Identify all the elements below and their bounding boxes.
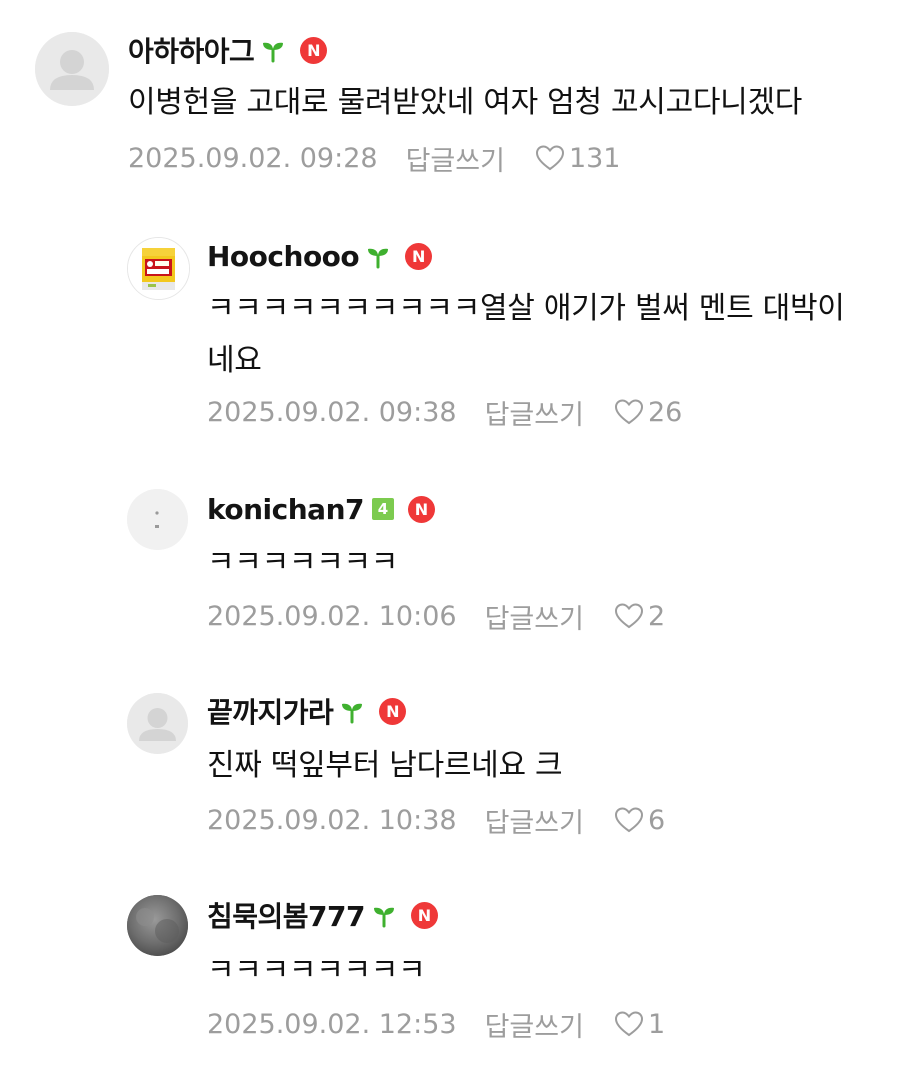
- pepper-product-avatar-icon: [128, 238, 189, 299]
- sprout-icon: [263, 42, 284, 63]
- like-button[interactable]: 26: [614, 397, 682, 428]
- default-avatar-icon: [127, 489, 188, 550]
- reply-button[interactable]: 답글쓰기: [406, 139, 505, 178]
- like-count: 2: [647, 600, 666, 632]
- n-badge-icon: N: [379, 697, 407, 725]
- level-badge-icon: 4: [371, 498, 394, 520]
- username[interactable]: 침묵의봄777: [207, 895, 366, 935]
- default-user-icon: [35, 32, 109, 106]
- reply-button[interactable]: 답글쓰기: [485, 597, 584, 636]
- heart-icon: [614, 807, 643, 833]
- comment-text: 진짜 떡잎부터 남다르네요 크: [207, 748, 563, 783]
- username[interactable]: 아하하아그: [128, 30, 255, 70]
- like-count: 6: [647, 804, 666, 836]
- avatar[interactable]: [127, 237, 190, 300]
- like-button[interactable]: 6: [614, 805, 665, 836]
- username[interactable]: 끝까지가라: [207, 691, 334, 731]
- reply-button[interactable]: 답글쓰기: [485, 1005, 584, 1044]
- sprout-icon: [374, 907, 394, 928]
- comment-text: ㅋㅋㅋㅋㅋㅋㅋ: [207, 545, 399, 580]
- default-user-icon: [127, 693, 188, 754]
- reply-button[interactable]: 답글쓰기: [485, 393, 584, 432]
- avatar[interactable]: [127, 895, 188, 956]
- username[interactable]: konichan7: [207, 493, 364, 526]
- n-badge-icon: N: [411, 901, 438, 929]
- like-count: 1: [647, 1008, 666, 1040]
- comment-date: 2025.09.02. 10:38: [207, 804, 457, 836]
- comment-text: ㅋㅋㅋㅋㅋㅋㅋㅋ: [207, 953, 426, 981]
- n-badge-icon: N: [300, 36, 328, 64]
- heart-icon: [614, 603, 643, 629]
- reply-button[interactable]: 답글쓰기: [485, 801, 584, 840]
- sprout-icon: [368, 248, 389, 269]
- comment-date: 2025.09.02. 12:53: [207, 1008, 457, 1040]
- like-button[interactable]: 2: [614, 601, 665, 632]
- comment-text: 이병헌을 고대로 물려받았네 여자 엄청 꼬시고다니겠다: [128, 85, 803, 120]
- like-count: 26: [647, 396, 683, 428]
- avatar[interactable]: [35, 32, 109, 106]
- n-badge-icon: N: [405, 242, 433, 270]
- avatar[interactable]: [127, 489, 188, 550]
- heart-icon: [535, 145, 564, 171]
- comment-date: 2025.09.02. 09:28: [128, 142, 378, 174]
- comment-text: ㅋㅋㅋㅋㅋㅋㅋㅋㅋㅋ열살 애기가 벌써 멘트 대박이네요: [207, 291, 845, 378]
- like-button[interactable]: 1: [614, 1009, 665, 1040]
- like-count: 131: [568, 142, 621, 174]
- comment-date: 2025.09.02. 09:38: [207, 396, 457, 428]
- sprout-icon: [342, 703, 363, 724]
- comment-date: 2025.09.02. 10:06: [207, 600, 457, 632]
- username[interactable]: Hoochooo: [207, 240, 360, 273]
- gray-cloud-avatar-icon: [127, 895, 188, 956]
- n-badge-icon: N: [407, 495, 435, 523]
- heart-icon: [614, 1011, 643, 1037]
- avatar[interactable]: [127, 693, 188, 754]
- like-button[interactable]: 131: [535, 143, 621, 174]
- heart-icon: [614, 399, 643, 425]
